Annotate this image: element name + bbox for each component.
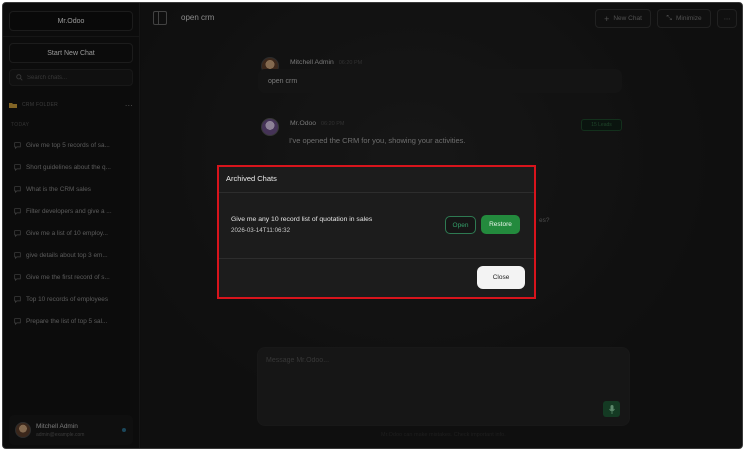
close-button[interactable]: Close xyxy=(477,266,525,289)
app-window: Mr.Odoo Start New Chat CRM FOLDER ⋯ TODA… xyxy=(2,2,743,449)
archived-chat-title: Give me any 10 record list of quotation … xyxy=(231,216,373,223)
modal-divider xyxy=(219,192,534,193)
restore-button[interactable]: Restore xyxy=(481,215,520,234)
modal-divider xyxy=(219,258,534,259)
open-button[interactable]: Open xyxy=(445,216,476,234)
modal-title: Archived Chats xyxy=(226,174,277,183)
archived-chat-date: 2026-03-14T11:06:32 xyxy=(231,227,291,234)
archived-chats-modal: Archived Chats Give me any 10 record lis… xyxy=(217,165,536,299)
